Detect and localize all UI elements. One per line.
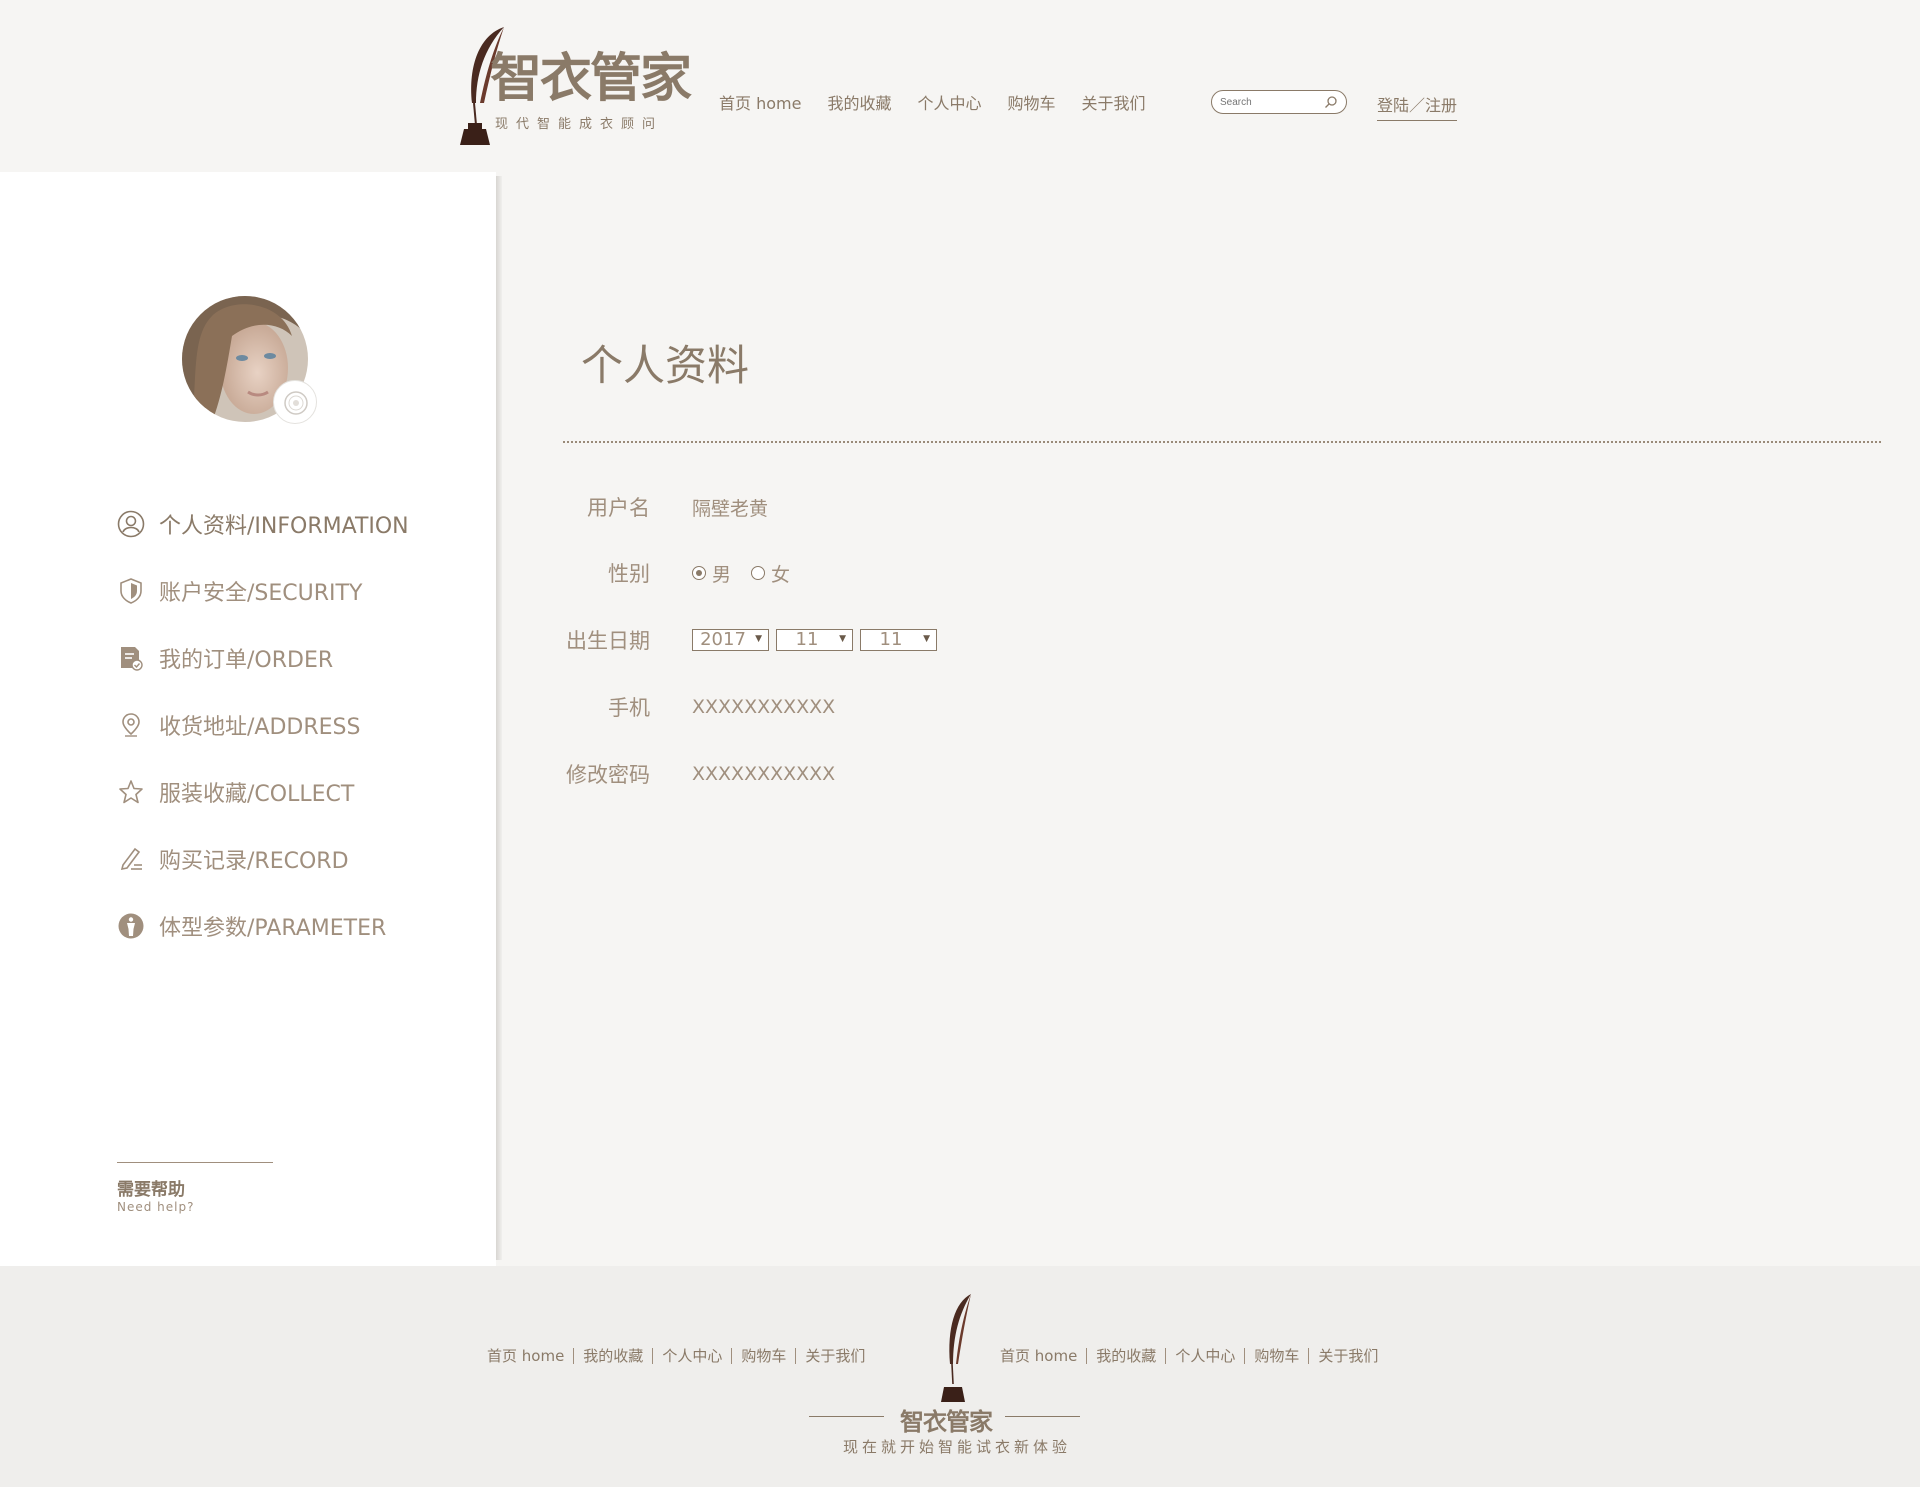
password-value[interactable]: XXXXXXXXXXX: [692, 763, 835, 785]
location-pin-icon: [122, 712, 140, 737]
dropdown-arrow-icon: ▼: [923, 634, 930, 644]
nav-about[interactable]: 关于我们: [1082, 90, 1146, 114]
menu-item-security[interactable]: 账户安全/SECURITY: [117, 557, 447, 624]
sidebar-divider: [496, 176, 502, 1260]
footer-brand-line-left: [809, 1416, 884, 1417]
search-input[interactable]: [1220, 94, 1320, 110]
footer-nav-right: 首页 home 我的收藏 个人中心 购物车 关于我们: [991, 1348, 1387, 1364]
page-title: 个人资料: [581, 341, 750, 390]
footer-brand-name: 智衣管家: [900, 1407, 993, 1436]
site-logo[interactable]: 智衣管家 现代智能成衣顾问: [450, 25, 705, 155]
search-icon[interactable]: [1324, 95, 1338, 109]
dropdown-arrow-icon: ▼: [755, 634, 762, 644]
menu-item-information[interactable]: 个人资料/INFORMATION: [117, 490, 447, 557]
menu-label-information: 个人资料/INFORMATION: [159, 513, 409, 539]
nav-cart[interactable]: 购物车: [1007, 90, 1055, 114]
shield-icon: [120, 577, 142, 604]
gender-radio-female[interactable]: 女: [751, 560, 790, 587]
menu-label-address: 收货地址/ADDRESS: [159, 714, 361, 740]
title-divider: [563, 441, 1881, 443]
dropdown-arrow-icon: ▼: [839, 634, 846, 644]
footer-nav-cart[interactable]: 购物车: [732, 1348, 797, 1364]
gender-label: 性别: [608, 562, 650, 586]
menu-label-parameter: 体型参数/PARAMETER: [159, 915, 387, 941]
footer-nav-home-2[interactable]: 首页 home: [991, 1348, 1088, 1364]
camera-lens-icon: [284, 391, 308, 415]
profile-menu: 个人资料/INFORMATION 账户安全/SECURITY 我的订单/ORDE…: [117, 490, 447, 959]
nav-favorites[interactable]: 我的收藏: [827, 90, 891, 114]
footer-nav-home[interactable]: 首页 home: [478, 1348, 575, 1364]
site-header: 智衣管家 现代智能成衣顾问 首页 home 我的收藏 个人中心 购物车 关于我们…: [0, 0, 1920, 170]
birthday-label: 出生日期: [566, 629, 650, 653]
footer-nav-favorites[interactable]: 我的收藏: [574, 1348, 654, 1364]
footer-nav-about[interactable]: 关于我们: [796, 1348, 874, 1364]
username-label: 用户名: [587, 496, 650, 520]
login-register-link[interactable]: 登陆／注册: [1377, 92, 1458, 121]
main-nav: 首页 home 我的收藏 个人中心 购物车 关于我们: [719, 90, 1172, 114]
footer-slogan: 现在就开始智能试衣新体验: [843, 1438, 1072, 1456]
menu-label-record: 购买记录/RECORD: [159, 848, 349, 874]
menu-label-collect: 服装收藏/COLLECT: [159, 781, 355, 807]
gender-option-male: 男: [712, 563, 732, 586]
gender-row: 性别 男 女: [540, 555, 790, 591]
menu-item-collect[interactable]: 服装收藏/COLLECT: [117, 758, 447, 825]
help-divider: [117, 1162, 273, 1163]
nav-personal-center[interactable]: 个人中心: [917, 90, 981, 114]
brand-name: 智衣管家: [490, 48, 692, 109]
birthday-year-value: 2017: [700, 629, 746, 650]
footer-quill-logo-icon: [941, 1294, 971, 1402]
footer-nav-favorites-2[interactable]: 我的收藏: [1087, 1348, 1167, 1364]
order-document-icon: [121, 646, 143, 671]
footer-nav-about-2[interactable]: 关于我们: [1309, 1348, 1387, 1364]
username-row: 用户名 隔壁老黄: [540, 489, 768, 525]
birthday-year-select[interactable]: 2017 ▼: [692, 629, 769, 651]
body-figure-icon: [118, 913, 144, 938]
menu-item-parameter[interactable]: 体型参数/PARAMETER: [117, 892, 447, 959]
help-label-en: Need help?: [117, 1200, 195, 1214]
footer-nav-cart-2[interactable]: 购物车: [1245, 1348, 1310, 1364]
avatar-edit-badge[interactable]: [273, 380, 317, 424]
brand-slogan: 现代智能成衣顾问: [495, 117, 664, 132]
search-box[interactable]: [1211, 90, 1347, 114]
radio-unchecked-icon: [751, 566, 766, 580]
footer-nav-personal-center-2[interactable]: 个人中心: [1166, 1348, 1246, 1364]
user-circle-icon: [117, 510, 145, 537]
footer-brand-line-right: [1005, 1416, 1080, 1417]
birthday-day-select[interactable]: 11 ▼: [860, 629, 937, 651]
star-icon: [119, 779, 143, 803]
gender-radio-group: 男 女: [692, 560, 790, 587]
gender-radio-male[interactable]: 男: [692, 560, 731, 587]
menu-item-address[interactable]: 收货地址/ADDRESS: [117, 691, 447, 758]
birthday-month-select[interactable]: 11 ▼: [776, 629, 853, 651]
help-label-cn: 需要帮助: [117, 1180, 185, 1200]
phone-row: 手机 XXXXXXXXXXX: [540, 689, 835, 725]
nav-home[interactable]: 首页 home: [719, 90, 801, 114]
menu-item-record[interactable]: 购买记录/RECORD: [117, 825, 447, 892]
need-help-link[interactable]: 需要帮助 Need help?: [117, 1162, 273, 1214]
birthday-month-value: 11: [795, 629, 819, 650]
pen-record-icon: [120, 847, 142, 870]
birthday-day-value: 11: [879, 629, 903, 650]
username-value[interactable]: 隔壁老黄: [692, 494, 768, 521]
birthday-row: 出生日期 2017 ▼ 11 ▼ 11 ▼: [540, 622, 937, 658]
birthday-selects: 2017 ▼ 11 ▼ 11 ▼: [692, 629, 937, 651]
menu-label-order: 我的订单/ORDER: [159, 647, 334, 673]
footer-nav-left: 首页 home 我的收藏 个人中心 购物车 关于我们: [478, 1348, 874, 1364]
site-footer: 首页 home 我的收藏 个人中心 购物车 关于我们 首页 home 我的收藏 …: [0, 1266, 1920, 1487]
gender-option-female: 女: [771, 563, 791, 586]
password-row: 修改密码 XXXXXXXXXXX: [540, 756, 835, 792]
menu-label-security: 账户安全/SECURITY: [159, 580, 363, 606]
password-label: 修改密码: [566, 763, 650, 787]
phone-label: 手机: [608, 696, 650, 720]
menu-item-order[interactable]: 我的订单/ORDER: [117, 624, 447, 691]
radio-checked-icon: [692, 566, 706, 580]
footer-nav-personal-center[interactable]: 个人中心: [653, 1348, 733, 1364]
phone-value[interactable]: XXXXXXXXXXX: [692, 696, 835, 718]
